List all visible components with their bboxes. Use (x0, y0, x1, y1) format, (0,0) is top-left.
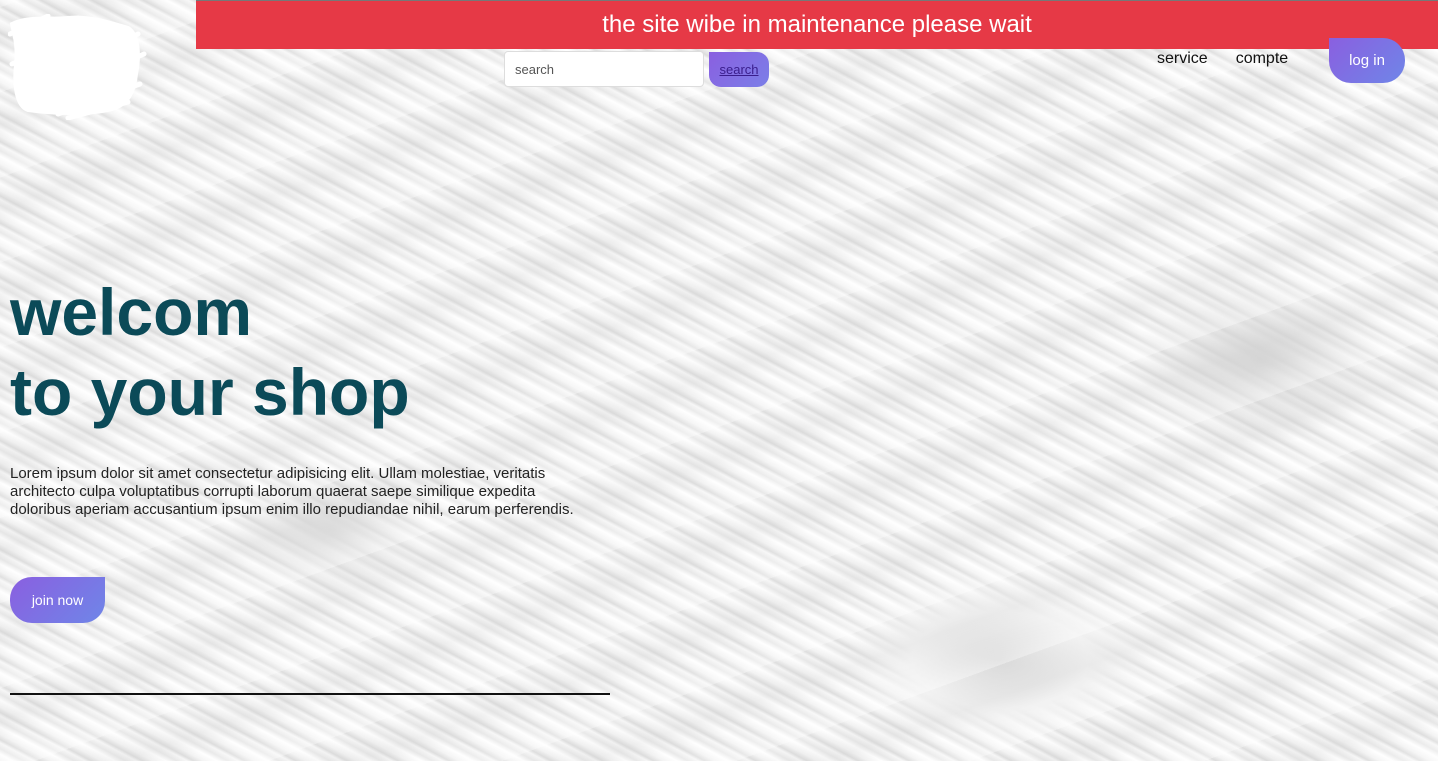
hero-title-line2: to your shop (10, 355, 410, 429)
search-button[interactable]: search (709, 51, 769, 87)
login-button[interactable]: log in (1329, 38, 1405, 83)
maintenance-banner: the site wibe in maintenance please wait (196, 0, 1438, 49)
hero-description: Lorem ipsum dolor sit amet consectetur a… (10, 465, 574, 518)
search-input[interactable] (504, 51, 704, 87)
logo[interactable] (7, 13, 148, 121)
scribbled-logo-icon (7, 13, 147, 121)
nav-link-service[interactable]: service (1157, 50, 1208, 68)
maintenance-banner-text: the site wibe in maintenance please wait (602, 11, 1032, 38)
join-now-button[interactable]: join now (10, 577, 105, 623)
search-bar: search (504, 51, 769, 87)
top-nav: service compte (1157, 50, 1288, 68)
hero-title: welcom to your shop (10, 272, 410, 432)
hero-title-line1: welcom (10, 275, 253, 349)
divider-line (10, 693, 610, 695)
nav-link-compte[interactable]: compte (1236, 50, 1288, 68)
